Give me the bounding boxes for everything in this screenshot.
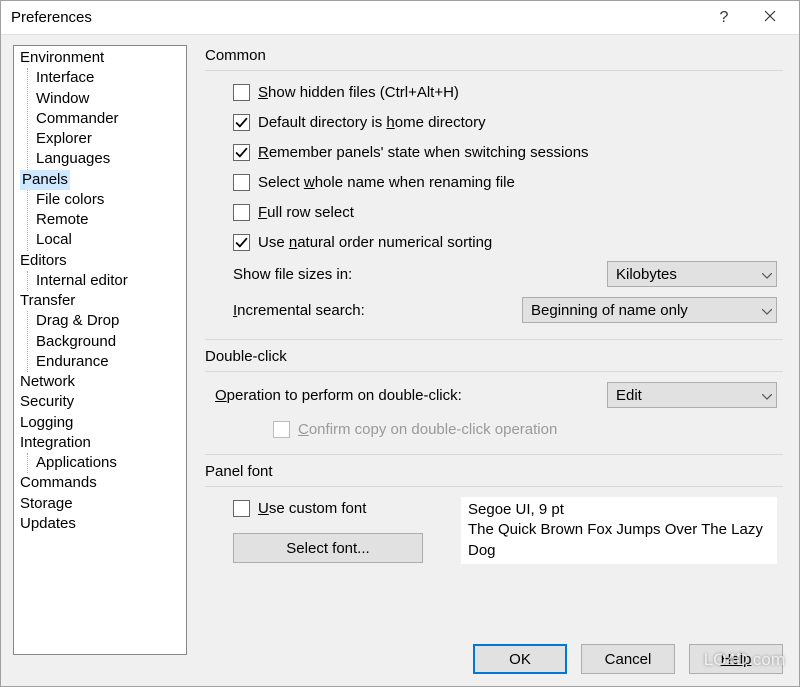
ok-button[interactable]: OK [473, 644, 567, 674]
tree-item[interactable]: Environment [18, 48, 183, 68]
tree-item[interactable]: File colors [34, 190, 183, 210]
tree-item[interactable]: Commands [18, 473, 183, 493]
label-default-dir: Default directory is home directory [258, 114, 486, 131]
row-incremental-search: Incremental search: Beginning of name on… [233, 297, 777, 323]
tree-item[interactable]: Logging [18, 413, 183, 433]
checkbox-icon [233, 174, 250, 191]
help-button-footer[interactable]: Help [689, 644, 783, 674]
group-panel-font: Panel font Use custom font Select font..… [205, 463, 783, 568]
checkbox-natural-sort[interactable]: Use natural order numerical sorting [233, 231, 777, 253]
dialog-buttons: OK Cancel Help [473, 644, 783, 674]
group-double-click-title: Double-click [205, 348, 783, 365]
row-file-sizes: Show file sizes in: Kilobytes [233, 261, 777, 287]
combo-file-sizes-value: Kilobytes [616, 266, 762, 283]
tree-item[interactable]: Drag & Drop [34, 311, 183, 331]
tree-item[interactable]: Interface [34, 68, 183, 88]
tree-item[interactable]: Internal editor [34, 271, 183, 291]
close-icon [764, 9, 776, 27]
label-file-sizes: Show file sizes in: [233, 266, 493, 283]
tree-item[interactable]: Storage [18, 494, 183, 514]
checkbox-confirm-copy: Confirm copy on double-click operation [273, 418, 777, 440]
titlebar: Preferences ? [1, 1, 799, 35]
label-confirm-copy: Confirm copy on double-click operation [298, 421, 557, 438]
tree-item[interactable]: Editors [18, 251, 183, 271]
group-double-click: Double-click Operation to perform on dou… [205, 348, 783, 455]
tree-item[interactable]: Local [34, 230, 183, 250]
label-use-custom-font: Use custom font [258, 500, 366, 517]
close-button[interactable] [747, 3, 793, 33]
checkbox-icon [273, 421, 290, 438]
tree-item[interactable]: Panels [18, 170, 183, 190]
category-tree[interactable]: EnvironmentInterfaceWindowCommanderExplo… [13, 45, 187, 655]
tree-item[interactable]: Commander [34, 109, 183, 129]
tree-item[interactable]: Remote [34, 210, 183, 230]
font-sample-text: The Quick Brown Fox Jumps Over The Lazy … [468, 520, 770, 561]
font-sample: Segoe UI, 9 pt The Quick Brown Fox Jumps… [461, 497, 777, 564]
tree-item[interactable]: Window [34, 89, 183, 109]
label-show-hidden: Show hidden files (Ctrl+Alt+H) [258, 84, 459, 101]
settings-panel: Common Show hidden files (Ctrl+Alt+H) De… [205, 45, 787, 686]
tree-item[interactable]: Updates [18, 514, 183, 534]
checkbox-full-row-select[interactable]: Full row select [233, 201, 777, 223]
combo-incremental-search[interactable]: Beginning of name only [522, 297, 777, 323]
group-panel-font-title: Panel font [205, 463, 783, 480]
tree-item[interactable]: Transfer [18, 291, 183, 311]
tree-item[interactable]: Security [18, 392, 183, 412]
checkbox-show-hidden[interactable]: Show hidden files (Ctrl+Alt+H) [233, 81, 777, 103]
cancel-button[interactable]: Cancel [581, 644, 675, 674]
checkbox-default-dir[interactable]: Default directory is home directory [233, 111, 777, 133]
label-incremental-search: Incremental search: [233, 302, 493, 319]
checkbox-remember-panels[interactable]: Remember panels' state when switching se… [233, 141, 777, 163]
checkbox-icon [233, 84, 250, 101]
row-dblclick-operation: Operation to perform on double-click: Ed… [215, 382, 777, 408]
tree-item[interactable]: Network [18, 372, 183, 392]
label-remember-panels: Remember panels' state when switching se… [258, 144, 589, 161]
tree-item[interactable]: Applications [34, 453, 183, 473]
select-font-button[interactable]: Select font... [233, 533, 423, 563]
help-icon: ? [720, 9, 729, 27]
chevron-down-icon [762, 302, 772, 319]
tree-item[interactable]: Explorer [34, 129, 183, 149]
font-sample-spec: Segoe UI, 9 pt [468, 500, 770, 520]
chevron-down-icon [762, 387, 772, 404]
combo-file-sizes[interactable]: Kilobytes [607, 261, 777, 287]
combo-dblclick-operation-value: Edit [616, 387, 762, 404]
window-title: Preferences [11, 9, 701, 26]
checkbox-use-custom-font[interactable]: Use custom font [233, 497, 443, 519]
checkbox-icon [233, 114, 250, 131]
content-area: EnvironmentInterfaceWindowCommanderExplo… [1, 35, 799, 686]
checkbox-icon [233, 144, 250, 161]
label-natural-sort: Use natural order numerical sorting [258, 234, 492, 251]
checkbox-icon [233, 234, 250, 251]
tree-item[interactable]: Integration [18, 433, 183, 453]
label-dblclick-operation: Operation to perform on double-click: [215, 387, 607, 404]
tree-item[interactable]: Endurance [34, 352, 183, 372]
label-select-whole-name: Select whole name when renaming file [258, 174, 515, 191]
tree-item[interactable]: Languages [34, 149, 183, 169]
chevron-down-icon [762, 266, 772, 283]
help-button[interactable]: ? [701, 3, 747, 33]
combo-incremental-search-value: Beginning of name only [531, 302, 762, 319]
group-common-title: Common [205, 47, 783, 64]
group-common: Common Show hidden files (Ctrl+Alt+H) De… [205, 47, 783, 340]
checkbox-icon [233, 204, 250, 221]
checkbox-icon [233, 500, 250, 517]
preferences-dialog: Preferences ? EnvironmentInterfaceWindow… [0, 0, 800, 687]
tree-item[interactable]: Background [34, 332, 183, 352]
combo-dblclick-operation[interactable]: Edit [607, 382, 777, 408]
label-full-row-select: Full row select [258, 204, 354, 221]
checkbox-select-whole-name[interactable]: Select whole name when renaming file [233, 171, 777, 193]
